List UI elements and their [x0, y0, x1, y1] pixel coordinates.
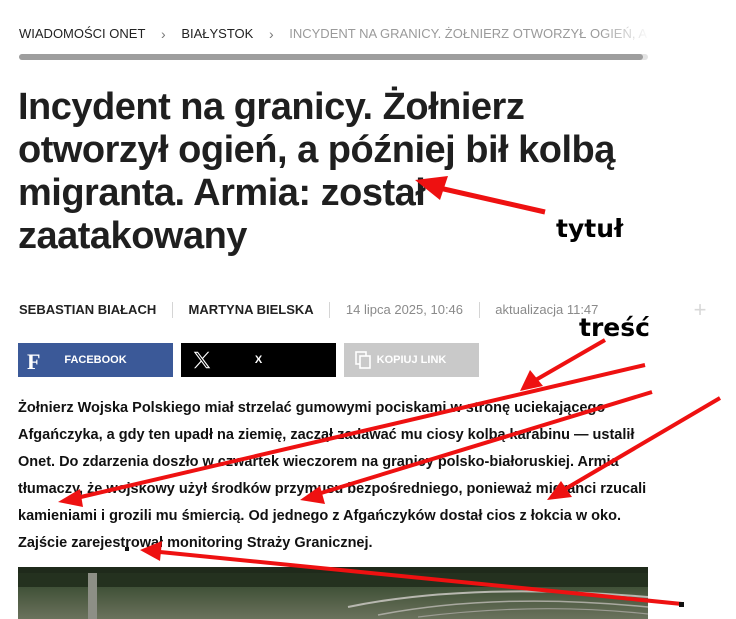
breadcrumb-fade — [600, 24, 650, 46]
photo-scene — [18, 567, 648, 619]
divider — [171, 301, 173, 318]
breadcrumb: WIADOMOŚCI ONET › BIAŁYSTOK › INCYDENT N… — [19, 26, 649, 44]
plus-icon[interactable]: + — [690, 299, 710, 321]
author-link[interactable]: SEBASTIAN BIAŁACH — [19, 302, 156, 317]
share-facebook-label: FACEBOOK — [64, 354, 127, 366]
breadcrumb-item-city[interactable]: BIAŁYSTOK — [181, 26, 253, 41]
chevron-right-icon: › — [161, 26, 166, 42]
article-byline: SEBASTIAN BIAŁACH MARTYNA BIELSKA 14 lip… — [19, 301, 699, 321]
annotation-arrow — [526, 338, 606, 387]
copy-link-label: KOPIUJ LINK — [376, 354, 447, 366]
article-photo[interactable] — [18, 567, 648, 619]
chevron-right-icon: › — [268, 26, 274, 42]
arrowhead-icon — [520, 370, 543, 391]
divider — [478, 301, 480, 318]
breadcrumb-item-current: INCYDENT NA GRANICY. ŻOŁNIERZ OTWORZYŁ O… — [289, 26, 649, 41]
divider — [329, 301, 331, 318]
annotation-dot — [679, 602, 684, 607]
share-x-label: X — [254, 354, 263, 366]
publish-date: 14 lipca 2025, 10:46 — [345, 302, 464, 318]
article-title: Incydent na granicy. Żołnierz otworzył o… — [18, 86, 615, 257]
author-link[interactable]: MARTYNA BIELSKA — [188, 302, 313, 317]
share-x-button[interactable]: X — [181, 343, 336, 377]
copy-link-button[interactable]: KOPIUJ LINK — [344, 343, 479, 377]
article-lead: Żołnierz Wojska Polskiego miał strzelać … — [18, 400, 647, 551]
update-time: aktualizacja 11:47 — [495, 302, 599, 318]
share-facebook-button[interactable]: f FACEBOOK — [18, 343, 173, 377]
horizontal-scrollbar-thumb[interactable] — [19, 54, 643, 60]
breadcrumb-item-news[interactable]: WIADOMOŚCI ONET — [19, 26, 145, 41]
